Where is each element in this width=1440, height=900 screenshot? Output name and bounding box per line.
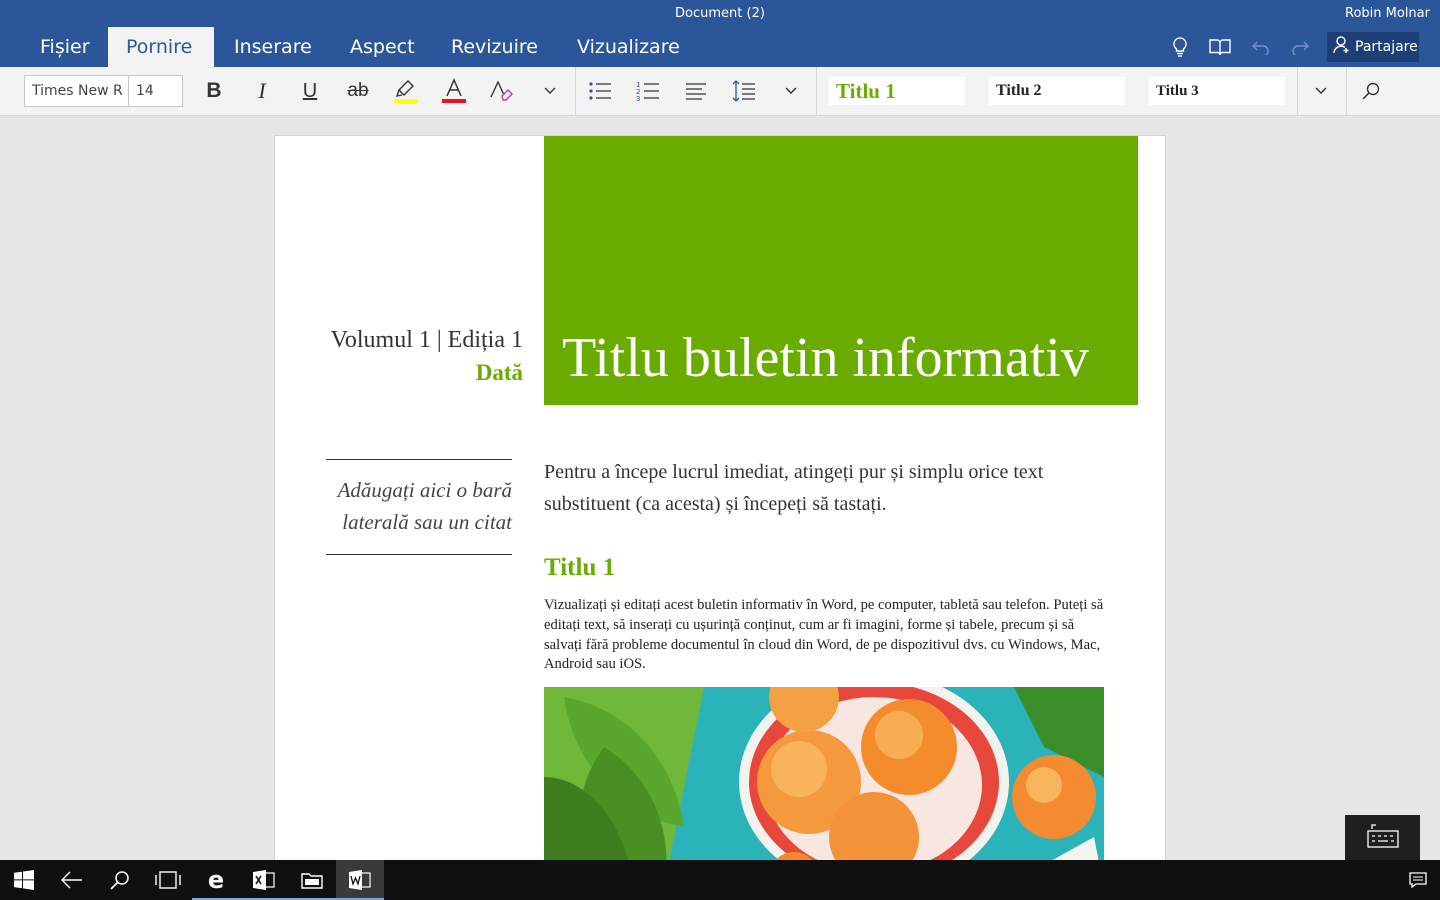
tab-review[interactable]: Revizuire (433, 27, 556, 67)
body-paragraph[interactable]: Vizualizați și editați acest buletin inf… (544, 596, 1109, 675)
tab-layout[interactable]: Aspect (332, 27, 433, 67)
action-center-icon[interactable] (1396, 860, 1440, 900)
style-heading-1[interactable]: Titlu 1 (829, 77, 965, 105)
title-banner: Titlu buletin informativ (544, 136, 1138, 405)
intro-paragraph[interactable]: Pentru a începe lucrul imediat, atingeți… (544, 456, 1104, 520)
align-left-icon[interactable] (679, 75, 713, 107)
underline-icon[interactable]: U (293, 75, 327, 107)
font-name-field[interactable]: Times New R (24, 75, 129, 107)
style-heading-3[interactable]: Titlu 3 (1149, 77, 1285, 105)
word-icon[interactable] (336, 860, 384, 900)
line-spacing-icon[interactable] (727, 75, 761, 107)
apricots-photo[interactable] (544, 687, 1104, 874)
person-icon (1333, 36, 1351, 58)
redo-icon[interactable] (1287, 34, 1313, 60)
font-size-field[interactable]: 14 (128, 75, 183, 107)
document-page[interactable]: Titlu buletin informativ Volumul 1 | Edi… (274, 135, 1166, 875)
highlight-icon[interactable] (389, 75, 423, 107)
tab-view[interactable]: Vizualizare (559, 27, 698, 67)
search-icon[interactable] (96, 860, 144, 900)
volume-edition[interactable]: Volumul 1 | Ediția 1 (331, 327, 523, 354)
bold-icon[interactable]: B (197, 75, 231, 107)
share-label: Partajare (1355, 39, 1418, 55)
font-more-chevron-icon[interactable] (533, 75, 567, 107)
sidebar-quote[interactable]: Adăugați aici o bară laterală sau un cit… (326, 474, 512, 538)
numbered-list-icon[interactable]: 123 (631, 75, 665, 107)
find-search-icon[interactable] (1354, 75, 1388, 107)
start-icon[interactable] (0, 860, 48, 900)
share-button[interactable]: Partajare (1327, 32, 1419, 62)
touch-keyboard-button[interactable] (1345, 815, 1420, 860)
ribbon: Times New R 14 B I U ab 123 Titlu 1 Titl… (0, 67, 1440, 116)
keyboard-icon (1366, 823, 1399, 853)
edge-icon[interactable]: e (192, 860, 240, 900)
excel-icon[interactable] (240, 860, 288, 900)
task-view-icon[interactable] (144, 860, 192, 900)
title-bar: Document (2) Robin Molnar Fișier Pornire… (0, 0, 1440, 67)
undo-icon[interactable] (1248, 34, 1274, 60)
date-placeholder[interactable]: Dată (476, 360, 523, 386)
font-color-icon[interactable] (437, 75, 471, 107)
style-heading-2[interactable]: Titlu 2 (989, 77, 1125, 105)
italic-icon[interactable]: I (245, 75, 279, 107)
reading-view-book-icon[interactable] (1207, 34, 1233, 60)
back-icon[interactable] (48, 860, 96, 900)
bullet-list-icon[interactable] (583, 75, 617, 107)
heading-1[interactable]: Titlu 1 (544, 554, 615, 582)
styles-more-chevron-icon[interactable] (1304, 75, 1338, 107)
tab-insert[interactable]: Inserare (216, 27, 330, 67)
clear-formatting-icon[interactable] (485, 75, 519, 107)
strikethrough-icon[interactable]: ab (341, 75, 375, 107)
newsletter-title[interactable]: Titlu buletin informativ (562, 326, 1089, 390)
tell-me-bulb-icon[interactable] (1167, 34, 1193, 60)
svg-text:3: 3 (636, 95, 640, 102)
tab-home[interactable]: Pornire (108, 27, 214, 67)
sidebar-top-rule (326, 459, 512, 460)
document-title: Document (2) (675, 6, 765, 21)
paragraph-more-chevron-icon[interactable] (774, 75, 808, 107)
sidebar-bottom-rule (326, 554, 512, 555)
tab-file[interactable]: Fișier (22, 27, 108, 67)
user-name[interactable]: Robin Molnar (1345, 6, 1430, 21)
file-explorer-icon[interactable] (288, 860, 336, 900)
taskbar: e (0, 860, 1440, 900)
